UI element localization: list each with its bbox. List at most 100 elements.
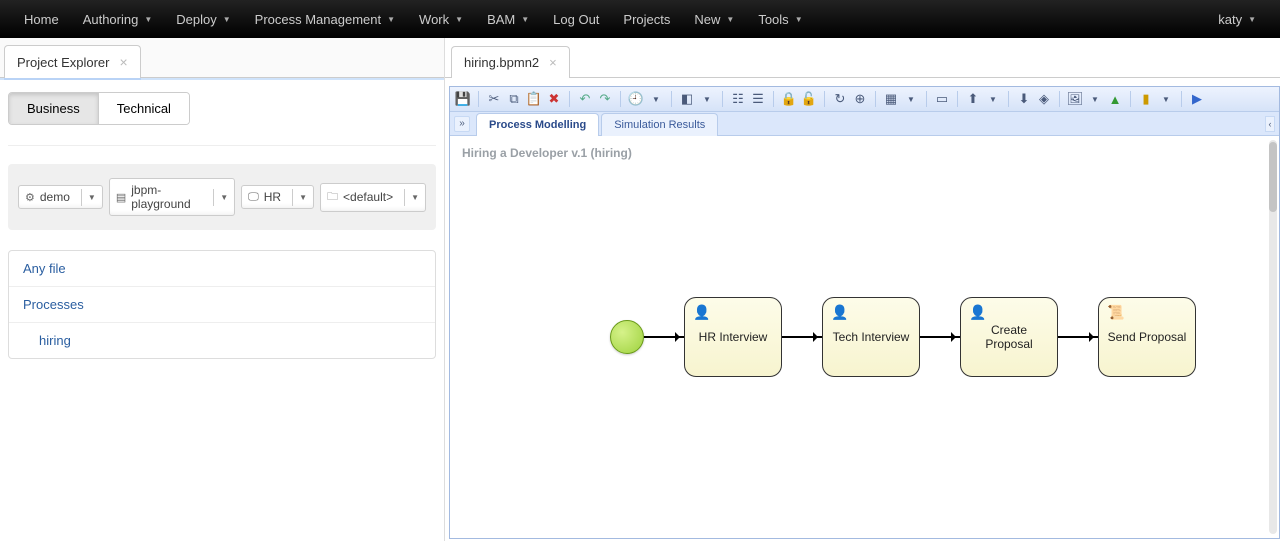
sequence-flow-icon[interactable] [1058, 336, 1098, 338]
caret-down-icon[interactable]: ▼ [647, 90, 665, 108]
tab-project-explorer[interactable]: Project Explorer × [4, 45, 141, 78]
refresh-icon[interactable]: ↻ [831, 90, 849, 108]
section-any-file[interactable]: Any file [9, 251, 435, 286]
export-icon[interactable]: ⬆ [964, 90, 982, 108]
nav-work[interactable]: Work▼ [407, 0, 475, 38]
screen-icon: 🖵 [248, 191, 259, 204]
save-icon[interactable]: 💾 [454, 90, 472, 108]
section-processes[interactable]: Processes [9, 286, 435, 322]
nav-label: Tools [758, 12, 788, 27]
nav-label: BAM [487, 12, 515, 27]
user-icon: 👤 [693, 304, 710, 321]
caret-down-icon: ▼ [387, 15, 395, 24]
image-icon[interactable]: 🖼 [1066, 90, 1084, 108]
breadcrumb-repo[interactable]: ▤jbpm-playground ▼ [109, 178, 235, 216]
scrollbar-vertical[interactable] [1269, 140, 1277, 534]
right-panel: hiring.bpmn2 × 💾 ✂ ⧉ 📋 ✖ ↶ ↷ 🕘 ▼ [445, 38, 1280, 541]
nav-deploy[interactable]: Deploy ▼ [164, 0, 242, 38]
file-item-hiring[interactable]: hiring [9, 322, 435, 358]
breadcrumb-org[interactable]: ⚙demo ▼ [18, 185, 103, 209]
close-icon[interactable]: × [549, 55, 557, 70]
view-toggle: Business Technical [8, 92, 190, 125]
tab-hiring-bpmn2[interactable]: hiring.bpmn2 × [451, 46, 570, 78]
lock-icon[interactable]: 🔒 [780, 90, 798, 108]
caret-down-icon: ▼ [1248, 15, 1256, 24]
start-event[interactable] [610, 320, 644, 354]
nav-new[interactable]: New▼ [682, 0, 746, 38]
scrollbar-thumb[interactable] [1269, 142, 1277, 212]
nav-logout[interactable]: Log Out [541, 0, 611, 38]
copy-icon[interactable]: ⧉ [505, 90, 523, 108]
nav-label: New [694, 12, 720, 27]
subtab-process-modelling[interactable]: Process Modelling [476, 113, 599, 136]
task-node[interactable]: 👤 Create Proposal [960, 297, 1058, 377]
caret-down-icon: ▼ [81, 189, 102, 206]
caret-down-icon: ▼ [521, 15, 529, 24]
undo-icon[interactable]: ↶ [576, 90, 594, 108]
zoom-icon[interactable]: ◧ [678, 90, 696, 108]
nav-label: Projects [623, 12, 670, 27]
sequence-flow-icon[interactable] [920, 336, 960, 338]
nav-label: Log Out [553, 12, 599, 27]
redo-icon[interactable]: ↷ [596, 90, 614, 108]
caret-down-icon[interactable]: ▼ [1157, 90, 1175, 108]
editor-toolbar: 💾 ✂ ⧉ 📋 ✖ ↶ ↷ 🕘 ▼ ◧ ▼ ☷ [450, 87, 1279, 112]
task-label: Send Proposal [1102, 330, 1193, 344]
import-icon[interactable]: ⬇ [1015, 90, 1033, 108]
breadcrumb-project[interactable]: 🖵HR ▼ [241, 185, 314, 209]
task-node[interactable]: 👤 HR Interview [684, 297, 782, 377]
toggle-technical[interactable]: Technical [98, 93, 189, 124]
form-icon[interactable]: ▭ [933, 90, 951, 108]
user-label: katy [1218, 12, 1242, 27]
breadcrumb-package[interactable]: 🗀<default> ▼ [320, 183, 426, 212]
nav-label: Process Management [255, 12, 381, 27]
caret-down-icon: ▼ [795, 15, 803, 24]
nav-user-menu[interactable]: katy ▼ [1206, 0, 1268, 38]
breadcrumb-filters: ⚙demo ▼ ▤jbpm-playground ▼ 🖵HR ▼ 🗀<defau… [8, 164, 436, 230]
task-label: Tech Interview [827, 330, 916, 344]
caret-down-icon[interactable]: ▼ [902, 90, 920, 108]
delete-icon[interactable]: ✖ [545, 90, 563, 108]
task-label: HR Interview [693, 330, 774, 344]
task-node[interactable]: 👤 Tech Interview [822, 297, 920, 377]
repository-icon[interactable]: ▮ [1137, 90, 1155, 108]
globe-icon[interactable]: ⊕ [851, 90, 869, 108]
nav-home[interactable]: Home [12, 0, 71, 38]
unlock-icon[interactable]: 🔓 [800, 90, 818, 108]
subtab-simulation-results[interactable]: Simulation Results [601, 113, 718, 136]
chevron-right-icon[interactable]: » [454, 116, 470, 132]
caret-down-icon[interactable]: ▼ [1086, 90, 1104, 108]
play-icon[interactable]: ▶ [1188, 90, 1206, 108]
distribute-icon[interactable]: ☰ [749, 90, 767, 108]
bpmn-editor: 💾 ✂ ⧉ 📋 ✖ ↶ ↷ 🕘 ▼ ◧ ▼ ☷ [449, 86, 1280, 539]
left-panel: Project Explorer × Business Technical ⚙d… [0, 38, 445, 541]
close-icon[interactable]: × [119, 54, 127, 70]
nav-label: Deploy [176, 12, 216, 27]
history-icon[interactable]: 🕘 [627, 90, 645, 108]
align-icon[interactable]: ☷ [729, 90, 747, 108]
nav-projects[interactable]: Projects [611, 0, 682, 38]
task-node[interactable]: 📜 Send Proposal [1098, 297, 1196, 377]
server-icon: ▤ [116, 191, 126, 204]
nav-authoring[interactable]: Authoring▼ [71, 0, 165, 38]
process-flow: 👤 HR Interview 👤 Tech Interview 👤 Create… [610, 297, 1196, 377]
caret-down-icon[interactable]: ▼ [984, 90, 1002, 108]
tab-label: hiring.bpmn2 [464, 55, 539, 70]
toggle-business[interactable]: Business [9, 93, 98, 124]
user-icon: 👤 [969, 304, 986, 321]
chevron-left-icon[interactable]: ‹ [1265, 116, 1275, 132]
sequence-flow-icon[interactable] [782, 336, 822, 338]
nav-tools[interactable]: Tools ▼ [746, 0, 814, 38]
paste-icon[interactable]: 📋 [525, 90, 543, 108]
sequence-flow-icon[interactable] [644, 336, 684, 338]
view-source-icon[interactable]: ◈ [1035, 90, 1053, 108]
nav-process-management[interactable]: Process Management ▼ [243, 0, 407, 38]
caret-down-icon[interactable]: ▼ [698, 90, 716, 108]
bpmn-canvas[interactable]: Hiring a Developer v.1 (hiring) 👤 HR Int… [450, 136, 1279, 538]
caret-down-icon: ▼ [223, 15, 231, 24]
color-icon[interactable]: ▦ [882, 90, 900, 108]
nav-bam[interactable]: BAM ▼ [475, 0, 541, 38]
caret-down-icon: ▼ [144, 15, 152, 24]
validate-icon[interactable]: ▲ [1106, 90, 1124, 108]
cut-icon[interactable]: ✂ [485, 90, 503, 108]
